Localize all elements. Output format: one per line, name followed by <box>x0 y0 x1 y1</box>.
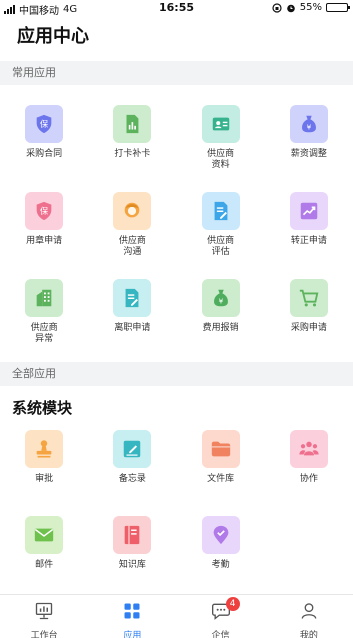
status-bar: 中国移动 4G 16:55 55% <box>0 0 353 17</box>
doc-chart-icon <box>113 105 152 143</box>
app-label: 协作 <box>299 474 318 484</box>
tab-workbench[interactable]: 工作台 <box>0 595 88 638</box>
doc-edit-icon <box>113 279 152 317</box>
chart-up-icon <box>289 192 328 230</box>
app-person[interactable]: 供应商 沟通 <box>88 192 176 279</box>
tab-label: 我的 <box>299 631 318 638</box>
tab-user[interactable]: 我的 <box>265 595 353 638</box>
folder-icon <box>201 430 240 468</box>
section-header-common: 常用应用 <box>0 61 353 85</box>
app-cart[interactable]: 采购申请 <box>265 279 353 366</box>
app-chart-up[interactable]: 转正申请 <box>265 192 353 279</box>
app-label: 打卡补卡 <box>114 149 151 159</box>
money-bag-icon: ¥ <box>201 279 240 317</box>
app-note-edit[interactable]: 备忘录 <box>88 430 176 516</box>
person-icon <box>113 192 152 230</box>
tab-label: 工作台 <box>30 631 58 638</box>
tab-label: 应用 <box>123 631 142 638</box>
app-stamp[interactable]: 审批 <box>0 430 88 516</box>
svg-text:¥: ¥ <box>218 297 223 306</box>
app-location-check[interactable]: 考勤 <box>177 516 265 602</box>
svg-text:¥: ¥ <box>307 123 312 132</box>
app-label: 采购合同 <box>26 149 63 159</box>
app-label: 费用报销 <box>202 323 239 333</box>
battery-icon <box>326 3 350 12</box>
tab-apps-grid[interactable]: 应用 <box>88 595 176 638</box>
team-icon <box>289 430 328 468</box>
app-label: 邮件 <box>35 560 54 570</box>
app-shield-bao[interactable]: 保用章申请 <box>0 192 88 279</box>
app-team[interactable]: 协作 <box>265 430 353 516</box>
location-check-icon <box>201 516 240 554</box>
app-shield-bao[interactable]: 保采购合同 <box>0 105 88 192</box>
common-apps-grid: 保采购合同 打卡补卡 供应商 资料 ¥ 薪资调整保用章申请 供应商 沟通 供应商 评估 转正申… <box>0 105 353 366</box>
app-label: 供应商 异常 <box>30 323 58 344</box>
page-title: 应用中心 <box>17 26 89 47</box>
status-right: 55% <box>272 2 350 13</box>
app-folder[interactable]: 文件库 <box>177 430 265 516</box>
app-label: 供应商 评估 <box>207 236 235 257</box>
system-module-title: 系统模块 <box>12 399 73 417</box>
mail-icon <box>25 516 64 554</box>
section-header-all: 全部应用 <box>0 362 353 386</box>
bottom-tab-bar: 工作台 应用 4 企信 我的 <box>0 594 353 638</box>
app-label: 备忘录 <box>118 474 146 484</box>
app-money-bag[interactable]: ¥ 薪资调整 <box>265 105 353 192</box>
money-bag-icon: ¥ <box>289 105 328 143</box>
unread-badge: 4 <box>225 597 240 611</box>
doc-edit-icon <box>201 192 240 230</box>
app-label: 供应商 资料 <box>207 149 235 170</box>
app-mail[interactable]: 邮件 <box>0 516 88 602</box>
svg-text:保: 保 <box>40 119 49 129</box>
app-label: 供应商 沟通 <box>118 236 146 257</box>
app-label: 文件库 <box>207 474 235 484</box>
tab-chat-bubble[interactable]: 4 企信 <box>177 595 265 638</box>
id-card-icon <box>201 105 240 143</box>
app-label: 薪资调整 <box>290 149 327 159</box>
alarm-icon <box>286 4 295 12</box>
app-doc-edit[interactable]: 供应商 评估 <box>177 192 265 279</box>
cart-icon <box>289 279 328 317</box>
svg-text:保: 保 <box>40 206 49 216</box>
stamp-icon <box>25 430 64 468</box>
tab-label: 企信 <box>211 631 230 638</box>
app-label: 采购申请 <box>290 323 327 333</box>
building-icon <box>25 279 64 317</box>
workbench-icon <box>34 601 54 625</box>
note-edit-icon <box>113 430 152 468</box>
app-doc-edit[interactable]: 离职申请 <box>88 279 176 366</box>
app-label: 审批 <box>35 474 54 484</box>
system-apps-grid: 审批 备忘录 文件库 协作邮件 知识库 考勤 <box>0 430 353 602</box>
app-label: 离职申请 <box>114 323 151 333</box>
app-money-bag[interactable]: ¥ 费用报销 <box>177 279 265 366</box>
shield-bao-icon: 保 <box>25 105 64 143</box>
rotation-lock-icon <box>272 2 282 13</box>
app-label: 用章申请 <box>26 236 63 246</box>
user-icon <box>299 601 319 625</box>
app-label: 知识库 <box>118 560 146 570</box>
book-icon <box>113 516 152 554</box>
battery-percent: 55% <box>299 2 322 13</box>
app-label: 转正申请 <box>290 236 327 246</box>
app-label: 考勤 <box>211 560 230 570</box>
app-building[interactable]: 供应商 异常 <box>0 279 88 366</box>
app-book[interactable]: 知识库 <box>88 516 176 602</box>
shield-bao-icon: 保 <box>25 192 64 230</box>
app-doc-chart[interactable]: 打卡补卡 <box>88 105 176 192</box>
apps-grid-icon <box>122 601 142 625</box>
app-id-card[interactable]: 供应商 资料 <box>177 105 265 192</box>
